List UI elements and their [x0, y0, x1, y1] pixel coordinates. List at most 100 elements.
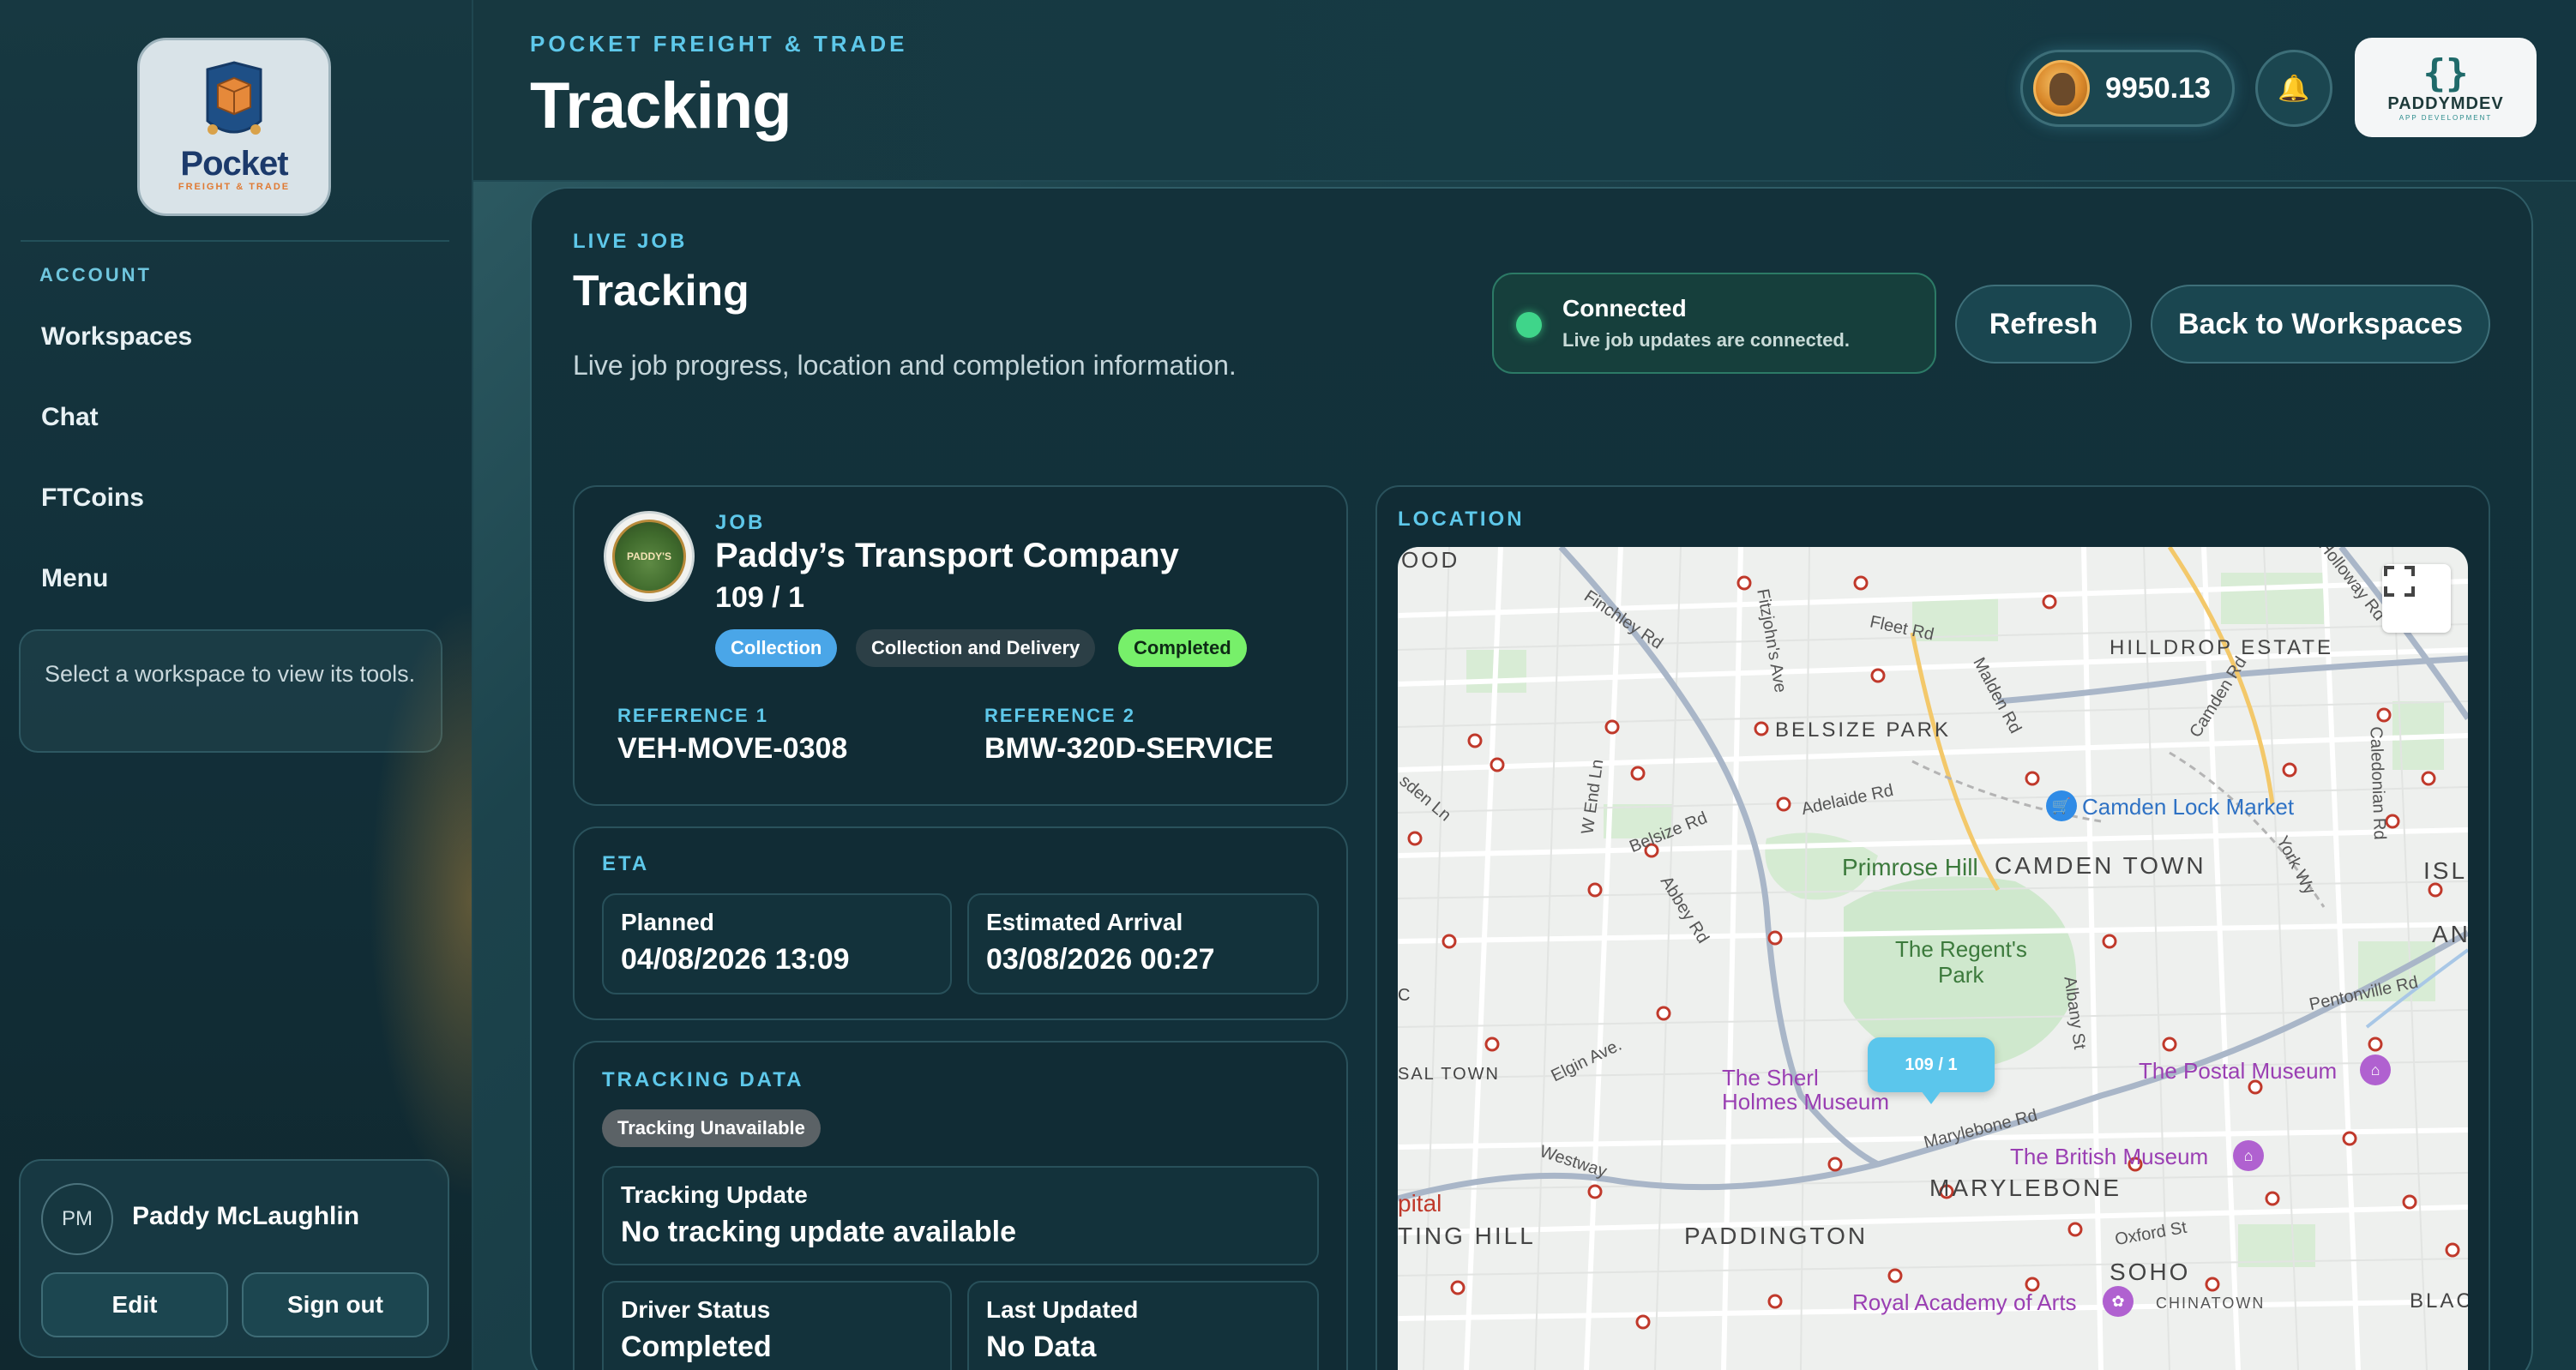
fullscreen-icon: [2384, 566, 2415, 597]
eta-planned-label: Planned: [621, 909, 714, 935]
map-label-regents-park-2: Park: [1938, 962, 1984, 988]
map-label-primrose-hill: Primrose Hill: [1842, 854, 1978, 880]
eta-estimated-value: 03/08/2026 00:27: [986, 943, 1215, 976]
tracking-update-box: Tracking Update No tracking update avail…: [602, 1166, 1319, 1265]
tracking-update-label: Tracking Update: [621, 1181, 808, 1208]
road-label-caledonian: Caledonian Rd: [2366, 725, 2389, 840]
company-name: Paddy’s Transport Company: [715, 537, 1179, 574]
shopping-cart-icon[interactable]: 🛒: [2046, 790, 2077, 821]
driver-status-label: Driver Status: [621, 1296, 771, 1323]
page-title: Tracking: [530, 69, 792, 142]
map-label-sal-town: SAL TOWN: [1398, 1065, 1500, 1084]
reference-2-value: BMW-320D-SERVICE: [984, 732, 1273, 765]
dev-logo-name: PADDYMDEV: [2387, 94, 2504, 113]
reference-2-label: REFERENCE 2: [984, 705, 1136, 726]
sidebar-item-ftcoins[interactable]: FTCoins: [41, 484, 144, 513]
map-label-british-museum[interactable]: The British Museum: [2010, 1144, 2208, 1170]
panel-title: Tracking: [573, 267, 749, 315]
dev-logo-sub: APP DEVELOPMENT: [2398, 114, 2493, 122]
map-label-islington: ISLI: [2423, 857, 2468, 884]
eta-planned-value: 04/08/2026 13:09: [621, 943, 850, 976]
connection-subtitle: Live job updates are connected.: [1562, 329, 1850, 351]
map-label-royal-academy[interactable]: Royal Academy of Arts: [1852, 1289, 2077, 1316]
reference-1-label: REFERENCE 1: [617, 705, 769, 726]
map-label-marylebone: MARYLEBONE: [1929, 1175, 2122, 1201]
last-updated-value: No Data: [986, 1331, 1097, 1363]
map-label-belsize-park: BELSIZE PARK: [1775, 718, 1951, 742]
account-section-label: ACCOUNT: [39, 264, 152, 285]
badge-collection: Collection: [715, 629, 838, 667]
driver-status-value: Completed: [621, 1331, 772, 1363]
tracking-section-label: TRACKING DATA: [602, 1068, 804, 1091]
header-eyebrow: POCKET FREIGHT & TRADE: [530, 31, 908, 57]
map-label-black: BLACK: [2410, 1289, 2468, 1313]
bell-icon: 🔔: [2278, 74, 2310, 103]
user-card: PM Paddy McLaughlin Edit Sign out: [19, 1159, 449, 1358]
logo-wordmark: Pocket: [180, 145, 288, 183]
notifications-button[interactable]: 🔔: [2255, 50, 2332, 127]
map-label-c: C: [1398, 986, 1411, 1005]
user-name: Paddy McLaughlin: [132, 1202, 360, 1230]
refresh-button[interactable]: Refresh: [1955, 285, 2132, 364]
logo-subtitle: FREIGHT & TRADE: [178, 182, 291, 192]
edit-profile-button[interactable]: Edit: [41, 1272, 228, 1337]
last-updated-label: Last Updated: [986, 1296, 1139, 1323]
sidebar-divider: [21, 240, 449, 242]
map-label-hilldrop: HILLDROP ESTATE: [2110, 636, 2334, 659]
map-label-soho: SOHO: [2110, 1259, 2191, 1285]
sidebar-item-workspaces[interactable]: Workspaces: [41, 322, 192, 352]
top-header: POCKET FREIGHT & TRADE Tracking 9950.13 …: [473, 0, 2576, 182]
museum-icon-2[interactable]: ⌂: [2233, 1140, 2264, 1171]
map-label-notting-hill: TING HILL: [1398, 1223, 1536, 1249]
sidebar: Pocket FREIGHT & TRADE ACCOUNT Workspace…: [0, 0, 473, 1370]
job-number: 109 / 1: [715, 581, 804, 614]
connection-status: Connected Live job updates are connected…: [1492, 273, 1936, 374]
map-label-an: AN: [2432, 921, 2468, 947]
location-map[interactable]: OOD HILLDROP ESTATE BELSIZE PARK CAMDEN …: [1398, 547, 2468, 1370]
app-logo[interactable]: Pocket FREIGHT & TRADE: [137, 38, 331, 216]
coin-balance[interactable]: 9950.13: [2020, 50, 2235, 127]
avatar[interactable]: PM: [41, 1183, 113, 1255]
eta-planned-box: Planned 04/08/2026 13:09: [602, 893, 952, 994]
connection-indicator-icon: [1516, 312, 1542, 338]
map-label-sherlock-2[interactable]: Holmes Museum: [1722, 1089, 1889, 1115]
map-label-chinatown: CHINATOWN: [2156, 1295, 2266, 1312]
workspace-hint: Select a workspace to view its tools.: [19, 629, 442, 753]
map-label-postal-museum[interactable]: The Postal Museum: [2139, 1058, 2337, 1085]
brace-icon: {}: [2423, 51, 2469, 95]
eta-estimated-box: Estimated Arrival 03/08/2026 00:27: [967, 893, 1319, 994]
eta-estimated-label: Estimated Arrival: [986, 909, 1183, 935]
company-logo: PADDY'S: [604, 511, 695, 602]
back-to-workspaces-button[interactable]: Back to Workspaces: [2151, 285, 2490, 364]
map-label-paddington: PADDINGTON: [1684, 1223, 1869, 1249]
map-label-regents-park-1: The Regent's: [1895, 936, 2027, 962]
connection-title: Connected: [1562, 295, 1687, 321]
paddymdev-logo[interactable]: {} PADDYMDEV APP DEVELOPMENT: [2355, 38, 2537, 137]
art-gallery-icon[interactable]: ✿: [2103, 1286, 2134, 1317]
last-updated-box: Last Updated No Data: [967, 1281, 1319, 1370]
reference-1-value: VEH-MOVE-0308: [617, 732, 848, 765]
coin-icon: [2033, 60, 2090, 117]
map-label-camden-town: CAMDEN TOWN: [1995, 852, 2206, 879]
map-label-sherlock-1[interactable]: The Sherl: [1722, 1065, 1819, 1091]
tracking-update-value: No tracking update available: [621, 1216, 1017, 1248]
sign-out-button[interactable]: Sign out: [242, 1272, 429, 1337]
job-section-label: JOB: [715, 511, 766, 534]
sidebar-item-chat[interactable]: Chat: [41, 403, 99, 432]
museum-icon[interactable]: ⌂: [2360, 1055, 2391, 1085]
badge-service-type: Collection and Delivery: [856, 629, 1096, 667]
map-label-ood: OOD: [1401, 547, 1460, 573]
status-badge: Completed: [1118, 629, 1247, 667]
sidebar-item-menu[interactable]: Menu: [41, 564, 108, 593]
fullscreen-button[interactable]: [2382, 564, 2451, 633]
eta-section-label: ETA: [602, 852, 650, 875]
panel-eyebrow: LIVE JOB: [573, 230, 688, 253]
map-label-camden-lock-market[interactable]: Camden Lock Market: [2082, 794, 2294, 820]
coin-balance-value: 9950.13: [2105, 71, 2211, 105]
box-mascot-icon: [196, 61, 273, 143]
company-logo-emblem: PADDY'S: [612, 520, 686, 593]
panel-description: Live job progress, location and completi…: [573, 350, 1237, 381]
location-section-label: LOCATION: [1398, 508, 1525, 531]
map-label-pital: pital: [1398, 1190, 1442, 1217]
job-location-marker[interactable]: 109 / 1: [1868, 1037, 1995, 1104]
